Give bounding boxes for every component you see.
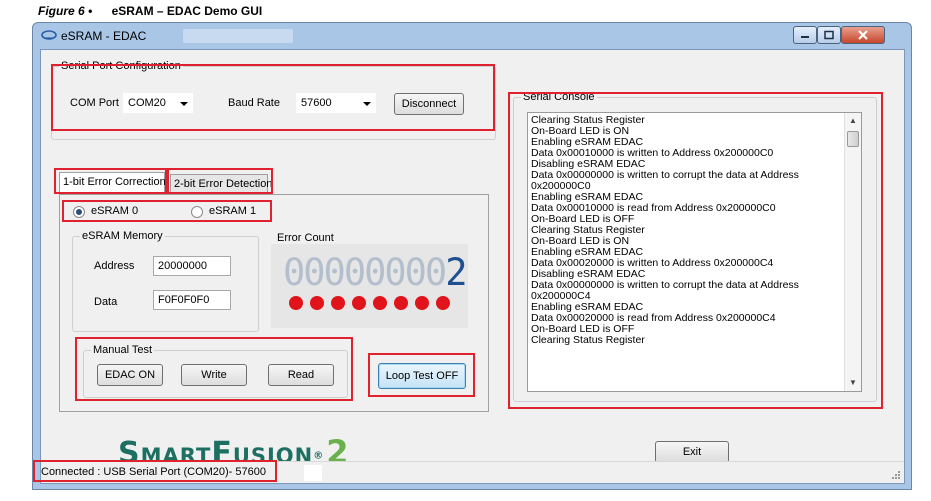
figure-number: Figure 6 • — [38, 4, 93, 18]
led-indicator — [436, 296, 450, 310]
maximize-icon — [824, 30, 834, 40]
console-line: 0x200000C4 — [531, 291, 591, 302]
console-line: On-Board LED is OFF — [531, 214, 635, 225]
disconnect-button[interactable]: Disconnect — [394, 93, 464, 115]
console-line: On-Board LED is OFF — [531, 324, 635, 335]
title-bar[interactable]: eSRAM - EDAC — [33, 23, 911, 49]
led-indicator — [331, 296, 345, 310]
console-line: Disabling eSRAM EDAC — [531, 269, 646, 280]
console-line: Data 0x00020000 is read from Address 0x2… — [531, 313, 776, 324]
chevron-down-icon — [180, 102, 188, 106]
console-line: Enabling eSRAM EDAC — [531, 137, 644, 148]
manual-test-title: Manual Test — [91, 344, 155, 356]
console-line: On-Board LED is ON — [531, 236, 630, 247]
minimize-button[interactable] — [793, 26, 817, 44]
esram0-label: eSRAM 0 — [91, 205, 139, 217]
console-lines: Clearing Status Register On-Board LED is … — [531, 115, 843, 346]
led-indicator — [289, 296, 303, 310]
console-scrollbar[interactable]: ▲ ▼ — [844, 113, 861, 391]
loop-test-button[interactable]: Loop Test OFF — [378, 363, 466, 389]
edac-on-button[interactable]: EDAC ON — [97, 364, 163, 386]
tab-2bit-error-detection[interactable]: 2-bit Error Detection — [170, 174, 272, 194]
background-tab — [183, 29, 293, 43]
led-indicator — [394, 296, 408, 310]
com-port-select[interactable]: COM20 — [123, 93, 193, 113]
write-button[interactable]: Write — [181, 364, 247, 386]
figure-caption: Figure 6 • eSRAM – EDAC Demo GUI — [38, 4, 262, 18]
com-port-label: COM Port — [70, 97, 119, 109]
address-label: Address — [94, 260, 135, 272]
resize-grip-icon[interactable] — [891, 470, 901, 480]
com-port-value: COM20 — [128, 97, 166, 109]
console-line: Enabling eSRAM EDAC — [531, 192, 644, 203]
error-count-title: Error Count — [277, 232, 334, 244]
exit-button[interactable]: Exit — [655, 441, 729, 463]
app-window: eSRAM - EDAC Serial Port Configuration C… — [32, 22, 912, 490]
esram-memory-group: eSRAM Memory — [72, 230, 259, 332]
console-line: Data 0x00010000 is written to Address 0x… — [531, 148, 774, 159]
close-icon — [858, 30, 868, 40]
status-text: Connected : USB Serial Port (COM20)- 576… — [41, 466, 266, 478]
led-indicator — [415, 296, 429, 310]
status-panel — [304, 465, 322, 481]
console-line: Data 0x00000000 is written to corrupt th… — [531, 280, 799, 291]
console-line: Enabling eSRAM EDAC — [531, 247, 644, 258]
error-count-dim-digits: 00000000 — [283, 251, 447, 294]
console-line: Clearing Status Register — [531, 115, 645, 126]
scroll-down-icon[interactable]: ▼ — [845, 375, 861, 391]
maximize-button[interactable] — [817, 26, 841, 44]
baud-rate-value: 57600 — [301, 97, 332, 109]
serial-console-title: Serial Console — [521, 91, 597, 103]
data-label: Data — [94, 296, 118, 308]
console-line: Clearing Status Register — [531, 225, 645, 236]
chevron-down-icon — [363, 102, 371, 106]
esram-memory-title: eSRAM Memory — [80, 230, 165, 242]
window-title: eSRAM - EDAC — [61, 29, 147, 43]
baud-rate-label: Baud Rate — [228, 97, 280, 109]
esram1-radio[interactable] — [191, 206, 203, 218]
console-line: Data 0x00020000 is written to Address 0x… — [531, 258, 774, 269]
close-button[interactable] — [841, 26, 885, 44]
serial-port-config-title: Serial Port Configuration — [59, 60, 183, 72]
minimize-icon — [801, 36, 809, 38]
client-area: Serial Port Configuration COM Port COM20… — [33, 49, 905, 484]
app-icon — [41, 30, 57, 40]
console-line: Clearing Status Register — [531, 335, 645, 346]
esram1-label: eSRAM 1 — [209, 205, 257, 217]
console-line: Data 0x00000000 is written to corrupt th… — [531, 170, 799, 181]
baud-rate-select[interactable]: 57600 — [296, 93, 376, 113]
console-line: 0x200000C0 — [531, 181, 591, 192]
error-count-lit-digit: 2 — [445, 251, 467, 294]
read-button[interactable]: Read — [268, 364, 334, 386]
led-indicator — [352, 296, 366, 310]
console-line: Enabling eSRAM EDAC — [531, 302, 644, 313]
led-indicator — [310, 296, 324, 310]
scroll-thumb[interactable] — [847, 131, 859, 147]
error-leds — [289, 296, 457, 313]
console-line: On-Board LED is ON — [531, 126, 630, 137]
serial-console-log[interactable]: Clearing Status Register On-Board LED is … — [527, 112, 862, 392]
data-field[interactable]: F0F0F0F0 — [153, 290, 231, 310]
status-bar: Connected : USB Serial Port (COM20)- 576… — [41, 461, 904, 483]
tab-1bit-error-correction[interactable]: 1-bit Error Correction — [59, 172, 166, 194]
scroll-up-icon[interactable]: ▲ — [845, 113, 861, 129]
esram0-radio[interactable] — [73, 206, 85, 218]
logo-reg: ® — [313, 450, 325, 462]
address-field[interactable]: 20000000 — [153, 256, 231, 276]
console-line: Data 0x00010000 is read from Address 0x2… — [531, 203, 776, 214]
figure-title: eSRAM – EDAC Demo GUI — [111, 4, 263, 18]
error-count-display: 000000002 — [283, 251, 468, 294]
led-indicator — [373, 296, 387, 310]
error-count-panel: 000000002 — [271, 244, 468, 328]
console-line: Disabling eSRAM EDAC — [531, 159, 646, 170]
